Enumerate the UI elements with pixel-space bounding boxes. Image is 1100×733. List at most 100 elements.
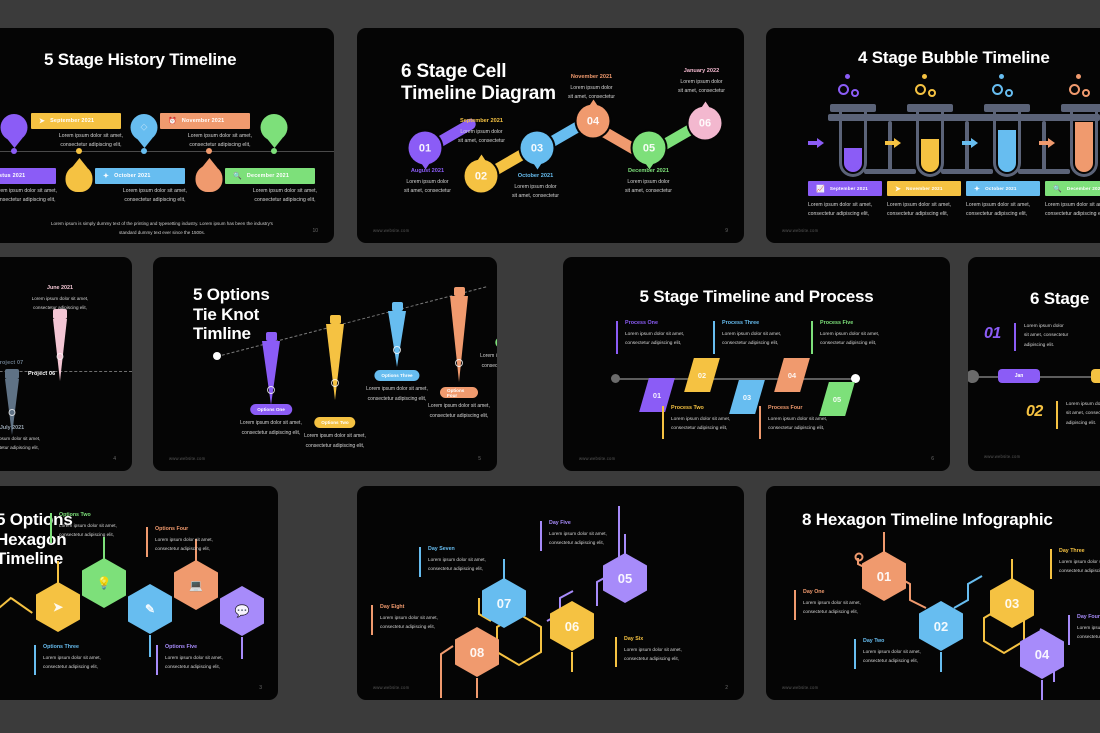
page-number: 2 bbox=[725, 685, 728, 691]
month-pill-feb[interactable]: Feb bbox=[1091, 369, 1100, 383]
option-two-desc: Lorem ipsum dolor sit amet, consectetur a… bbox=[304, 433, 366, 449]
page-number: 10 bbox=[312, 228, 318, 234]
project-06-note: June 2021 Lorem ipsum dolor sit amet, con… bbox=[31, 285, 89, 310]
options-four-note: Options Four Lorem ipsum dolor sit amet,… bbox=[146, 526, 246, 557]
options-two-note: Options Two Lorem ipsum dolor sit amet, c… bbox=[50, 512, 150, 543]
label-chip-october[interactable]: ✦ October 2021 bbox=[95, 168, 185, 184]
day-three-note: Day Three Lorem ipsum dolor sit amet,con… bbox=[1050, 548, 1100, 579]
footer-url[interactable]: www.website.com bbox=[373, 685, 409, 690]
accent-bar bbox=[1056, 401, 1058, 429]
option-one-pill[interactable]: Options One bbox=[250, 404, 292, 415]
cell-caption-december: December 2021 Lorem ipsum dolor sit amet,… bbox=[625, 168, 672, 195]
spoke bbox=[103, 537, 105, 559]
slide-6-stage-partial[interactable]: 6 Stage Jan Feb 01 Lorem ipsum dolorsit … bbox=[968, 257, 1100, 471]
process-four-note: Process Four Lorem ipsum dolor sit amet,… bbox=[759, 405, 861, 439]
process-marker-02[interactable]: 02 bbox=[684, 358, 720, 392]
page-title: 4 Stage Bubble Timeline bbox=[858, 48, 1050, 67]
arrow-icon bbox=[808, 138, 824, 148]
cell-caption-september: September 2021 Lorem ipsum dolor sit amet… bbox=[458, 118, 505, 145]
hexagon-option-three[interactable]: ✎ bbox=[128, 584, 172, 634]
bubble bbox=[915, 84, 926, 95]
month-pill-jan[interactable]: Jan bbox=[998, 369, 1040, 383]
footer-url[interactable]: www.website.com bbox=[579, 456, 615, 461]
spoke bbox=[571, 652, 573, 672]
slide-5-stage-timeline-process[interactable]: 5 Stage Timeline and Process 01 02 03 04… bbox=[563, 257, 950, 471]
process-marker-04[interactable]: 04 bbox=[774, 358, 810, 392]
tube-percent-4: 85% bbox=[1078, 165, 1089, 171]
spoke bbox=[1011, 559, 1013, 579]
slide-5-stage-history-timeline[interactable]: 5 Stage History Timeline ◇ ➤ September 2… bbox=[0, 28, 334, 243]
option-five-pill[interactable]: Options Five bbox=[495, 337, 497, 348]
tie-knot-option-one[interactable] bbox=[258, 332, 284, 405]
option-four-pill[interactable]: Options Four bbox=[440, 387, 478, 398]
footer-url[interactable]: www.website.com bbox=[373, 228, 409, 233]
slide-summary: Lorem ipsum is simply dummy text of the … bbox=[51, 221, 273, 235]
option-five-desc: Lorem ipsum dolor sit amet,consectetur a… bbox=[480, 353, 497, 369]
pen-icon: ✎ bbox=[144, 602, 156, 616]
legend-desc: Lorem ipsum dolor sit amet,consectetur a… bbox=[1045, 202, 1100, 218]
chat-icon: 💬 bbox=[234, 604, 250, 618]
legend-chip-december[interactable]: 🔍 December 2021 bbox=[1045, 181, 1100, 196]
hexagon-option-four[interactable]: 💻 bbox=[174, 560, 218, 610]
item-description: Lorem ipsum dolor sit amet,consectetur a… bbox=[187, 133, 253, 149]
slide-5-options-hexagon-timeline[interactable]: 5 Options Hexagon Timeline ➤ 💡 ✎ 💻 💬 Opt… bbox=[0, 486, 278, 700]
page-title: 6 Stage bbox=[1030, 289, 1090, 308]
legend-chip-november[interactable]: ➤ November 2021 bbox=[887, 181, 961, 196]
footer-url[interactable]: www.website.com bbox=[984, 454, 1020, 459]
options-one-note: Options One Lorem ipsum dolor sit amet,c… bbox=[0, 634, 18, 662]
project-07-label: Project 07 bbox=[0, 360, 24, 366]
tie-knot-option-three[interactable] bbox=[384, 302, 410, 367]
day-one-note: Day One Lorem ipsum dolor sit amet, conse… bbox=[794, 589, 894, 620]
map-pin-icon bbox=[0, 114, 28, 148]
slide-project-tie-knot[interactable]: June 2021 Lorem ipsum dolor sit amet, con… bbox=[0, 257, 132, 471]
puzzle-icon: ✦ bbox=[974, 185, 981, 193]
paper-plane-icon: ➤ bbox=[39, 118, 46, 125]
page-title: 6 Stage Cell Timeline Diagram bbox=[401, 61, 556, 105]
page-number: 9 bbox=[725, 228, 728, 234]
footer-url[interactable]: www.website.com bbox=[169, 456, 205, 461]
process-two-note: Process Two Lorem ipsum dolor sit amet, c… bbox=[662, 405, 764, 439]
cell-node-06[interactable]: 06 bbox=[688, 101, 722, 140]
cell-node-04[interactable]: 04 bbox=[576, 99, 610, 138]
rack-rail bbox=[828, 114, 1100, 121]
label-chip-december[interactable]: 🔍 December 2021 bbox=[225, 168, 315, 184]
hexagon-option-five[interactable]: 💬 bbox=[220, 586, 264, 636]
stage-number-02: 02 bbox=[1026, 403, 1043, 420]
accent-bar bbox=[1014, 323, 1016, 351]
line-endpoint bbox=[213, 352, 221, 360]
label-chip-september[interactable]: ➤ September 2021 bbox=[31, 113, 121, 129]
hexagon-option-two[interactable]: 💡 bbox=[82, 558, 126, 608]
option-two-pill[interactable]: Options Two bbox=[314, 417, 356, 428]
day-four-note: Day Four Lorem ipsum dolor sit amet,cons… bbox=[1068, 614, 1100, 645]
footer-url[interactable]: www.website.com bbox=[782, 228, 818, 233]
spoke bbox=[149, 635, 151, 657]
item-description: Lorem ipsum dolor sit amet,consectetur a… bbox=[122, 188, 188, 204]
spoke bbox=[883, 532, 885, 552]
project-06-label: Project 06 bbox=[28, 371, 56, 377]
slide-4-stage-bubble-timeline[interactable]: 4 Stage Bubble Timeline 40% 55% 70% 85% … bbox=[766, 28, 1100, 243]
clock-icon: ⏰ bbox=[168, 118, 177, 125]
day-six-note: Day Six Lorem ipsum dolor sit amet, conse… bbox=[615, 636, 715, 667]
legend-desc: Lorem ipsum dolor sit amet,consectetur a… bbox=[966, 202, 1031, 218]
slide-5-options-tie-knot[interactable]: 5 Options Tie Knot Timline Options One L… bbox=[153, 257, 497, 471]
bubble bbox=[922, 74, 927, 79]
item-description: Lorem ipsum dolor sit amet,consectetur a… bbox=[58, 133, 124, 149]
bubble bbox=[1005, 89, 1013, 97]
legend-chip-october[interactable]: ✦ October 2021 bbox=[966, 181, 1040, 196]
cell-caption-august: August 2021 Lorem ipsum dolor sit amet, c… bbox=[404, 168, 451, 195]
page-number: 6 bbox=[931, 456, 934, 462]
footer-url[interactable]: www.website.com bbox=[782, 685, 818, 690]
tie-knot-option-two[interactable] bbox=[322, 315, 348, 400]
bubble bbox=[838, 84, 849, 95]
option-three-pill[interactable]: Options Three bbox=[374, 370, 420, 381]
slide-6-stage-cell-timeline[interactable]: 6 Stage Cell Timeline Diagram 01 02 03 04… bbox=[357, 28, 744, 243]
legend-chip-september[interactable]: 📈 September 2021 bbox=[808, 181, 882, 196]
project-07-note: July 2021 Lorem ipsum dolor sit amet,con… bbox=[0, 425, 41, 450]
label-chip-agustus[interactable]: 📈 Agustus 2021 bbox=[0, 168, 56, 184]
cell-node-05[interactable]: 05 bbox=[632, 131, 666, 170]
slide-hexagon-days-5-8[interactable]: 05 06 07 08 Day Five Lorem ipsum dolor s… bbox=[357, 486, 744, 700]
hexagon-option-one[interactable]: ➤ bbox=[36, 582, 80, 632]
process-five-note: Process Five Lorem ipsum dolor sit amet,… bbox=[811, 320, 913, 354]
label-chip-november[interactable]: ⏰ November 2021 bbox=[160, 113, 250, 129]
slide-8-hexagon-timeline-infographic[interactable]: 8 Hexagon Timeline Infographic 01 02 03 … bbox=[766, 486, 1100, 700]
